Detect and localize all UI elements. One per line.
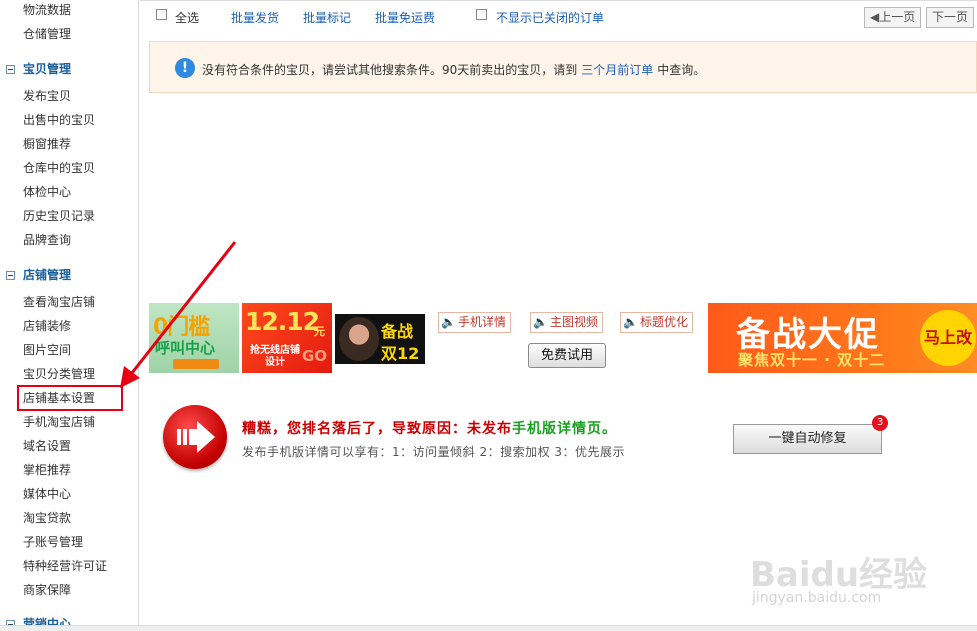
hide-closed-checkbox[interactable] [476,9,487,20]
watermark-logo: Baidu经验 [750,555,928,595]
speaker-icon: 🔈 [441,315,456,329]
warning-subtitle: 发布手机版详情可以享有：1：访问量倾斜 2：搜索加权 3：优先展示 [242,445,626,459]
banner-subtitle: 聚焦双十一 · 双十二 [738,351,886,369]
prev-page-button[interactable]: ◀上一页 [864,7,922,28]
sidebar-item-showcase[interactable]: 橱窗推荐 [23,136,71,152]
three-months-orders-link[interactable]: 三个月前订单 [581,63,653,77]
sidebar-item-recommend[interactable]: 掌柜推荐 [23,462,71,478]
hide-closed-label[interactable]: 不显示已关闭的订单 [496,10,604,26]
double12-banner[interactable]: 备战 双12 [335,303,425,373]
sidebar-section-goods[interactable]: 宝贝管理 [6,60,71,78]
sidebar-item-health-check[interactable]: 体检中心 [23,184,71,200]
banner-go: GO [302,347,328,365]
sidebar-item-view-store[interactable]: 查看淘宝店铺 [23,294,95,310]
warning-suffix: 。 [602,421,617,437]
sidebar-item-loan[interactable]: 淘宝贷款 [23,510,71,526]
banner-title: 12.12 [245,307,320,336]
next-page-label: 下一页 [932,10,969,24]
tag-label: 标题优化 [639,315,688,329]
banner-subtitle: 呼叫中心 [155,339,216,357]
notice-banner: ! 没有符合条件的宝贝，请尝试其他搜索条件。90天前卖出的宝贝，请到 三个月前订单… [149,41,977,93]
chevron-left-icon: ◀ [870,10,880,24]
sidebar-item-sub-account[interactable]: 子账号管理 [23,534,83,550]
sidebar-item-logistics-data[interactable]: 物流数据 [23,2,71,18]
tag-label: 主图视频 [549,315,598,329]
sidebar-item-category-manage[interactable]: 宝贝分类管理 [23,366,95,382]
watermark-url: jingyan.baidu.com [752,590,882,606]
notice-message: 没有符合条件的宝贝，请尝试其他搜索条件。90天前卖出的宝贝，请到 三个月前订单 中查… [202,61,705,78]
main-video-tag[interactable]: 🔈 主图视频 [530,312,603,333]
sidebar-item-domain[interactable]: 域名设置 [23,438,71,454]
sidebar-section-title: 店铺管理 [23,268,72,282]
warning-highlight: 手机版详情页 [512,421,602,437]
notice-text-end: 中查询。 [657,63,706,77]
sidebar-item-history[interactable]: 历史宝贝记录 [23,208,95,224]
warning-text: 糟糕，您排名落后了，导致原因：未发布 [242,421,512,437]
mobile-detail-tag[interactable]: 🔈 手机详情 [438,312,511,333]
horizontal-scrollbar[interactable] [0,625,977,631]
select-all-label: 全选 [175,11,200,25]
sidebar: 物流数据 仓储管理 宝贝管理 发布宝贝 出售中的宝贝 橱窗推荐 仓库中的宝贝 体… [0,0,139,631]
notice-text: 没有符合条件的宝贝，请尝试其他搜索条件。90天前卖出的宝贝，请到 [202,63,578,77]
sidebar-item-image-space[interactable]: 图片空间 [23,342,71,358]
sidebar-section-store[interactable]: 店铺管理 [6,266,71,284]
banner-unit: 元 [314,325,325,338]
sidebar-item-media[interactable]: 媒体中心 [23,486,71,502]
banner-line1: 备战 [381,322,414,341]
batch-free-shipping-link[interactable]: 批量免运费 [375,10,435,26]
info-icon: ! [175,58,195,78]
sidebar-item-storage[interactable]: 仓储管理 [23,26,71,42]
free-trial-button[interactable]: 免费试用 [528,343,606,368]
sidebar-section-title: 宝贝管理 [23,62,72,76]
order-toolbar: 全选 批量发货 批量标记 批量免运费 不显示已关闭的订单 ◀上一页 下一页 [140,0,977,32]
banner-badge: 马上改变 [920,310,976,366]
banner-background: 备战 双12 [335,314,425,364]
sidebar-item-brand-query[interactable]: 品牌查询 [23,232,71,248]
arrow-right-icon [163,405,227,469]
banner-line2: 双12 [381,344,420,363]
prev-page-label: 上一页 [879,10,916,24]
speaker-icon: 🔈 [533,315,548,329]
model-photo [339,317,379,361]
batch-mark-link[interactable]: 批量标记 [303,10,351,26]
sidebar-item-license[interactable]: 特种经营许可证 [23,558,107,574]
collapse-icon [6,65,15,74]
sidebar-item-guarantee[interactable]: 商家保障 [23,582,71,598]
auto-fix-button[interactable]: 一键自动修复 [733,424,882,454]
sidebar-item-store-basic-settings[interactable]: 店铺基本设置 [17,385,123,411]
banner-subtitle: 抢无线店铺设计 [250,345,300,368]
collapse-icon [6,271,15,280]
sidebar-item-on-sale[interactable]: 出售中的宝贝 [23,112,95,128]
sidebar-item-mobile-store[interactable]: 手机淘宝店铺 [23,414,95,430]
main-content: 全选 批量发货 批量标记 批量免运费 不显示已关闭的订单 ◀上一页 下一页 ! … [140,0,977,631]
warning-title: 糟糕，您排名落后了，导致原因：未发布手机版详情页。 [242,418,617,438]
speaker-icon: 🔈 [623,315,638,329]
sidebar-item-publish[interactable]: 发布宝贝 [23,88,71,104]
tag-label: 手机详情 [457,315,506,329]
promotion-banner[interactable]: 备战大促 聚焦双十一 · 双十二 马上改变 [708,303,977,373]
banner-button [173,359,219,369]
sidebar-item-in-warehouse[interactable]: 仓库中的宝贝 [23,160,95,176]
call-center-banner[interactable]: 0门槛 呼叫中心 [149,303,239,373]
mobile-design-banner[interactable]: 12.12 元 抢无线店铺设计 GO [242,303,332,373]
next-page-button[interactable]: 下一页 [926,7,975,28]
select-all-checkbox[interactable] [156,9,167,20]
title-optimize-tag[interactable]: 🔈 标题优化 [620,312,693,333]
sidebar-item-decoration[interactable]: 店铺装修 [23,318,71,334]
batch-ship-link[interactable]: 批量发货 [231,10,279,26]
notification-badge: 3 [872,415,888,431]
